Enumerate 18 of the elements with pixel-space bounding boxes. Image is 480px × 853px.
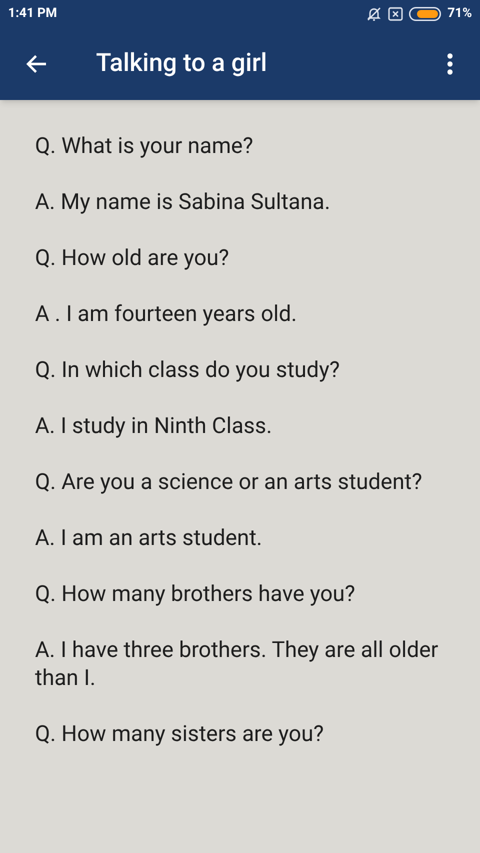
dialogue-line: A. My name is Sabina Sultana. [35, 189, 332, 217]
dialogue-line: A. I study in Ninth Class. [35, 413, 274, 441]
dialogue-line: Q. What is your name? [35, 133, 254, 161]
dialogue-line: Q. How many sisters are you? [35, 721, 325, 749]
dialogue-line: Q. How old are you? [35, 245, 230, 273]
screen-title: Talking to a girl [96, 48, 268, 80]
dialogue-line: Q. Are you a science or an arts student? [35, 469, 424, 497]
status-time: 1:41 PM [8, 5, 58, 24]
dialogue-line: Q. How many brothers have you? [35, 581, 356, 609]
dialogue-line: A. I am an arts student. [35, 525, 264, 553]
close-box-icon [388, 7, 404, 21]
battery-percent: 71% [447, 5, 472, 24]
dialogue-line: A . I am fourteen years old. [35, 301, 298, 329]
battery-icon [409, 7, 442, 21]
dialogue-line: A. I have three brothers. They are all older than I. [35, 637, 440, 693]
more-vertical-icon [446, 52, 454, 76]
bell-off-icon [366, 6, 382, 22]
dialogue-line: Q. In which class do you study? [35, 357, 341, 385]
